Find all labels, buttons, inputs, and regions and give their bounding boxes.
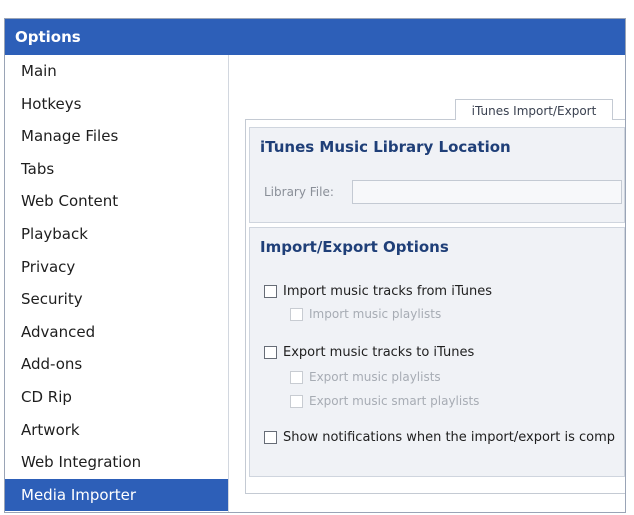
options-window: Options Main Hotkeys Manage Files Tabs W… [4,18,626,513]
import-tracks-checkbox[interactable] [264,285,277,298]
import-export-group: Import/Export Options Import music track… [249,227,625,477]
show-notifications-checkbox[interactable] [264,431,277,444]
export-tracks-option[interactable]: Export music tracks to iTunes [264,345,474,360]
import-playlists-label: Import music playlists [309,307,442,321]
import-tracks-option[interactable]: Import music tracks from iTunes [264,284,492,299]
show-notifications-label: Show notifications when the import/expor… [283,430,616,445]
sidebar-item-media-importer[interactable]: Media Importer [5,478,228,512]
export-tracks-checkbox[interactable] [264,346,277,359]
library-file-input[interactable] [352,180,622,204]
library-location-group: iTunes Music Library Location Library Fi… [249,127,625,223]
sidebar-item-main[interactable]: Main [5,55,228,88]
import-export-title: Import/Export Options [260,238,449,256]
sidebar-item-playback[interactable]: Playback [5,218,228,251]
sidebar-item-hotkeys[interactable]: Hotkeys [5,88,228,121]
sidebar-item-artwork[interactable]: Artwork [5,414,228,447]
sidebar-item-tabs[interactable]: Tabs [5,153,228,186]
export-playlists-checkbox [290,370,303,384]
sidebar-item-add-ons[interactable]: Add-ons [5,348,228,381]
options-content: iTunes Import/Export iTunes Music Librar… [230,55,625,512]
library-location-title: iTunes Music Library Location [260,138,511,156]
export-playlists-label: Export music playlists [309,370,441,384]
export-smart-playlists-option: Export music smart playlists [290,394,479,408]
options-sidebar: Main Hotkeys Manage Files Tabs Web Conte… [5,55,229,512]
show-notifications-option[interactable]: Show notifications when the import/expor… [264,430,615,445]
sidebar-item-privacy[interactable]: Privacy [5,251,228,284]
sidebar-item-web-content[interactable]: Web Content [5,185,228,218]
export-tracks-label: Export music tracks to iTunes [283,345,475,360]
import-playlists-option: Import music playlists [290,307,441,321]
sidebar-item-security[interactable]: Security [5,283,228,316]
window-title: Options [5,19,625,55]
tab-itunes-import-export[interactable]: iTunes Import/Export [455,99,613,121]
export-smart-playlists-label: Export music smart playlists [309,394,480,408]
export-smart-playlists-checkbox [290,394,303,408]
sidebar-item-manage-files[interactable]: Manage Files [5,120,228,153]
export-playlists-option: Export music playlists [290,370,441,384]
import-tracks-label: Import music tracks from iTunes [283,284,493,299]
sidebar-item-web-integration[interactable]: Web Integration [5,446,228,479]
sidebar-item-advanced[interactable]: Advanced [5,316,228,349]
import-playlists-checkbox [290,307,303,321]
sidebar-item-cd-rip[interactable]: CD Rip [5,381,228,414]
library-file-label: Library File: [264,185,334,199]
